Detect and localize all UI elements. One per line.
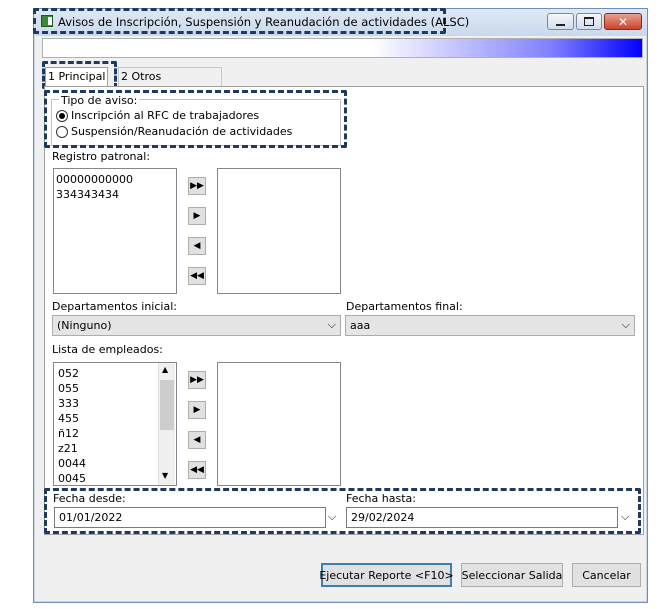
minimize-button[interactable] — [547, 13, 574, 30]
list-item[interactable]: 333 — [58, 396, 172, 411]
close-icon: ✕ — [617, 14, 629, 29]
list-item[interactable]: 052 — [58, 366, 172, 381]
chevron-down-icon: ⌵ — [327, 318, 336, 331]
app-icon — [41, 15, 53, 27]
empleados-scrollbar[interactable]: ▲ ▼ — [158, 363, 175, 485]
maximize-icon — [584, 17, 594, 26]
tab-otros-parametros[interactable]: 2 Otros parámetros — [118, 67, 222, 101]
maximize-button[interactable] — [576, 13, 602, 30]
arrow-left-icon: ◀ — [193, 241, 201, 251]
move-all-left-button[interactable]: ◀◀ — [188, 267, 206, 285]
registro-available-list[interactable]: 00000000000 334343434 — [53, 168, 177, 294]
list-item[interactable]: ñ12 — [58, 426, 172, 441]
window-title: Avisos de Inscripción, Suspensión y Rean… — [58, 15, 470, 29]
list-item[interactable]: 055 — [58, 381, 172, 396]
minimize-icon — [556, 23, 565, 26]
departamento-inicial-value: (Ninguno) — [57, 319, 112, 332]
move-all-left-button[interactable]: ◀◀ — [188, 461, 206, 479]
tipo-aviso-highlight — [44, 90, 347, 148]
list-item[interactable]: 00000000000 — [56, 172, 174, 187]
double-arrow-right-icon: ▶▶ — [190, 181, 204, 191]
double-arrow-left-icon: ◀◀ — [190, 271, 204, 281]
move-all-right-button[interactable]: ▶▶ — [188, 177, 206, 195]
list-item[interactable]: 334343434 — [56, 187, 174, 202]
list-item[interactable]: 0044 — [58, 456, 172, 471]
seleccionar-salida-button[interactable]: Seleccionar Salida — [461, 563, 563, 587]
cancelar-button[interactable]: Cancelar — [572, 563, 641, 587]
list-item[interactable]: 455 — [58, 411, 172, 426]
departamento-final-label: Departamentos final: — [346, 300, 463, 313]
move-left-button[interactable]: ◀ — [188, 431, 206, 449]
arrow-left-icon: ◀ — [193, 435, 201, 445]
move-left-button[interactable]: ◀ — [188, 237, 206, 255]
arrow-right-icon: ▶ — [193, 211, 201, 221]
scroll-down-icon[interactable]: ▼ — [162, 471, 168, 480]
list-item[interactable]: 0045 — [58, 471, 172, 486]
departamento-final-select[interactable]: aaa ⌵ — [345, 315, 635, 336]
double-arrow-left-icon: ◀◀ — [190, 465, 204, 475]
double-arrow-right-icon: ▶▶ — [190, 375, 204, 385]
fechas-highlight — [44, 488, 641, 534]
departamento-inicial-label: Departamentos inicial: — [52, 300, 177, 313]
scroll-up-icon[interactable]: ▲ — [162, 365, 168, 374]
move-all-right-button[interactable]: ▶▶ — [188, 371, 206, 389]
chevron-down-icon: ⌵ — [621, 318, 630, 331]
empleados-selected-list[interactable] — [217, 362, 341, 486]
tab-highlight — [42, 61, 117, 89]
lista-empleados-label: Lista de empleados: — [52, 343, 163, 356]
list-item[interactable]: z21 — [58, 441, 172, 456]
move-right-button[interactable]: ▶ — [188, 207, 206, 225]
registro-patronal-label: Registro patronal: — [52, 150, 151, 163]
departamento-inicial-select[interactable]: (Ninguno) ⌵ — [52, 315, 341, 336]
registro-selected-list[interactable] — [217, 168, 341, 294]
close-button[interactable]: ✕ — [604, 13, 642, 30]
ejecutar-reporte-button[interactable]: Ejecutar Reporte <F10> — [319, 563, 454, 587]
move-right-button[interactable]: ▶ — [188, 401, 206, 419]
header-banner — [42, 38, 643, 58]
departamento-final-value: aaa — [350, 319, 371, 332]
arrow-right-icon: ▶ — [193, 405, 201, 415]
scrollbar-thumb[interactable] — [160, 380, 174, 430]
